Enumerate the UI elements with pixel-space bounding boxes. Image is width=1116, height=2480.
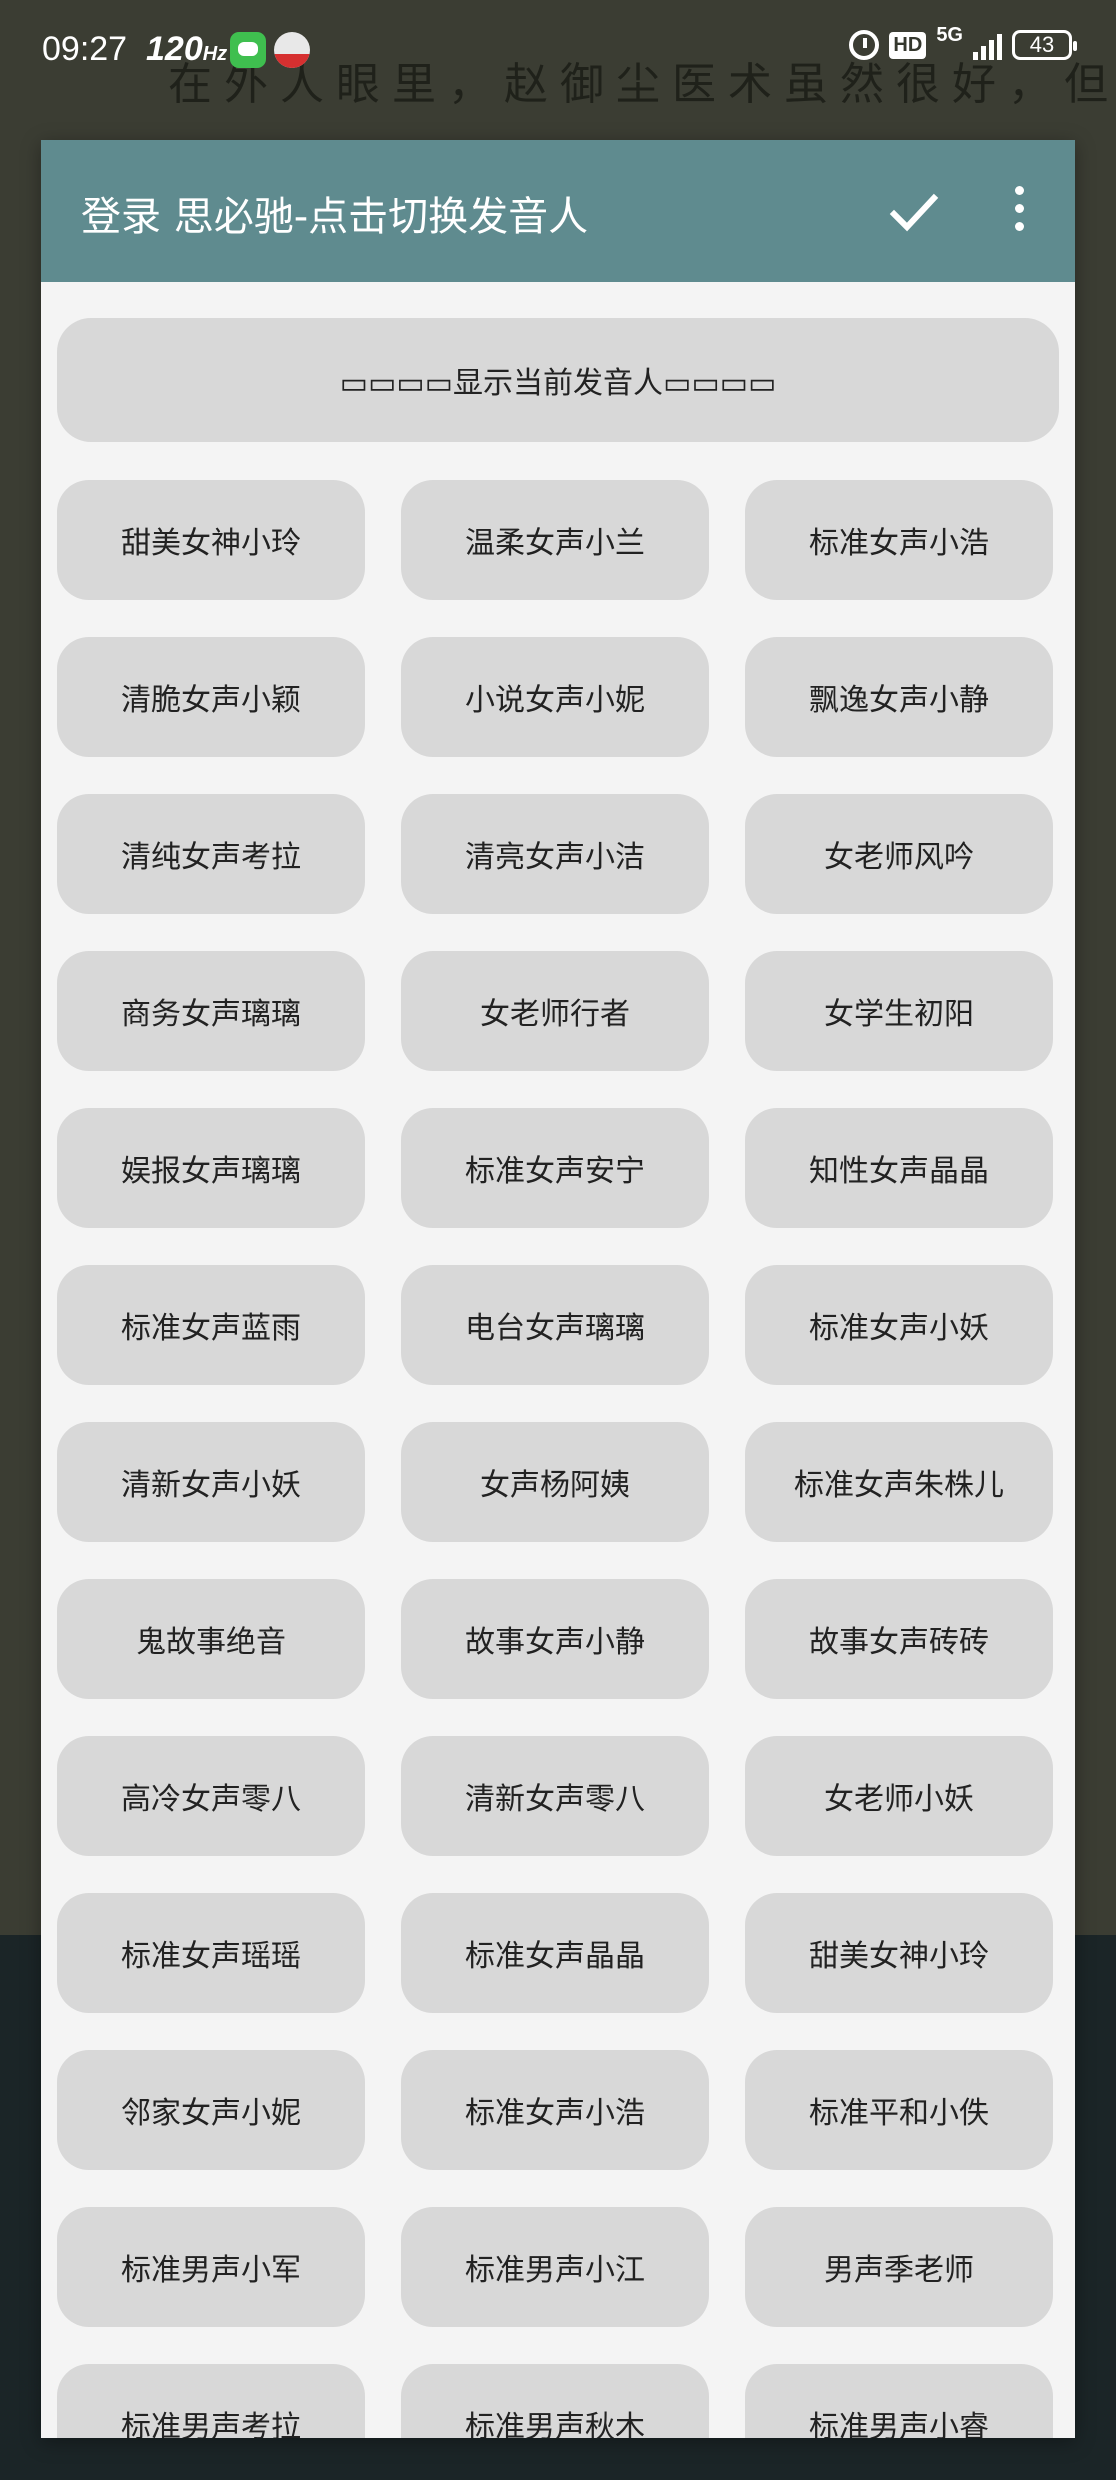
voice-picker-dialog: 登录 思必驰-点击切换发音人 ▭▭▭▭显示当前发音人▭▭▭▭ 甜美女神小玲 温柔女… <box>41 140 1075 2438</box>
voice-option-button[interactable]: 小说女声小妮 <box>401 637 709 757</box>
voice-option-button[interactable]: 清新女声小妖 <box>57 1422 365 1542</box>
screen: 在外人眼里，赵御尘医术虽然很好，但 09:27 120Hz HD 5G 43 登… <box>0 0 1116 2480</box>
current-voice-display[interactable]: ▭▭▭▭显示当前发音人▭▭▭▭ <box>57 318 1059 442</box>
voice-option-button[interactable]: 标准女声朱株儿 <box>745 1422 1053 1542</box>
voice-option-button[interactable]: 标准男声小睿 <box>745 2364 1053 2438</box>
voice-option-button[interactable]: 女声杨阿姨 <box>401 1422 709 1542</box>
voice-option-button[interactable]: 男声季老师 <box>745 2207 1053 2327</box>
dialog-toolbar: 登录 思必驰-点击切换发音人 <box>41 140 1075 282</box>
status-bar: 09:27 120Hz HD 5G 43 <box>0 0 1116 100</box>
voice-option-button[interactable]: 飘逸女声小静 <box>745 637 1053 757</box>
voice-option-button[interactable]: 邻家女声小妮 <box>57 2050 365 2170</box>
voice-option-button[interactable]: 故事女声小静 <box>401 1579 709 1699</box>
voice-option-button[interactable]: 标准平和小佚 <box>745 2050 1053 2170</box>
refresh-rate-indicator: 120Hz <box>146 30 227 69</box>
voice-option-button[interactable]: 电台女声璃璃 <box>401 1265 709 1385</box>
voice-option-button[interactable]: 鬼故事绝音 <box>57 1579 365 1699</box>
voice-option-button[interactable]: 清纯女声考拉 <box>57 794 365 914</box>
refresh-rate-unit: Hz <box>202 43 228 65</box>
voice-option-button[interactable]: 商务女声璃璃 <box>57 951 365 1071</box>
chat-app-icon <box>230 32 266 68</box>
voice-option-button[interactable]: 清亮女声小洁 <box>401 794 709 914</box>
alarm-icon <box>849 30 880 60</box>
voice-option-button[interactable]: 故事女声砖砖 <box>745 1579 1053 1699</box>
more-vert-icon[interactable] <box>1007 186 1031 236</box>
voice-button-grid: 甜美女神小玲 温柔女声小兰 标准女声小浩 清脆女声小颖 小说女声小妮 飘逸女声小静 清纯女声… <box>57 480 1059 2438</box>
voice-list-content[interactable]: ▭▭▭▭显示当前发音人▭▭▭▭ 甜美女神小玲 温柔女声小兰 标准女声小浩 清脆女声小颖… <box>41 282 1075 2438</box>
voice-option-button[interactable]: 清新女声零八 <box>401 1736 709 1856</box>
voice-option-button[interactable]: 标准男声小江 <box>401 2207 709 2327</box>
voice-option-button[interactable]: 娱报女声璃璃 <box>57 1108 365 1228</box>
status-time: 09:27 <box>42 30 128 68</box>
refresh-rate-value: 120 <box>146 30 203 68</box>
hd-icon: HD <box>889 31 927 59</box>
voice-option-button[interactable]: 标准男声小军 <box>57 2207 365 2327</box>
voice-option-button[interactable]: 知性女声晶晶 <box>745 1108 1053 1228</box>
voice-option-button[interactable]: 女学生初阳 <box>745 951 1053 1071</box>
voice-option-button[interactable]: 高冷女声零八 <box>57 1736 365 1856</box>
voice-option-button[interactable]: 标准女声瑶瑶 <box>57 1893 365 2013</box>
check-icon[interactable] <box>889 188 939 238</box>
voice-option-button[interactable]: 标准女声小浩 <box>745 480 1053 600</box>
voice-option-button[interactable]: 标准女声晶晶 <box>401 1893 709 2013</box>
voice-option-button[interactable]: 女老师行者 <box>401 951 709 1071</box>
voice-option-button[interactable]: 女老师风吟 <box>745 794 1053 914</box>
voice-option-button[interactable]: 温柔女声小兰 <box>401 480 709 600</box>
dialog-title[interactable]: 登录 思必驰-点击切换发音人 <box>81 184 588 242</box>
battery-icon: 43 <box>1012 30 1077 60</box>
news-app-icon <box>274 32 310 68</box>
voice-option-button[interactable]: 标准男声考拉 <box>57 2364 365 2438</box>
signal-strength-icon <box>973 30 1002 60</box>
voice-option-button[interactable]: 标准女声安宁 <box>401 1108 709 1228</box>
voice-option-button[interactable]: 甜美女神小玲 <box>745 1893 1053 2013</box>
voice-option-button[interactable]: 女老师小妖 <box>745 1736 1053 1856</box>
voice-option-button[interactable]: 标准女声小妖 <box>745 1265 1053 1385</box>
voice-option-button[interactable]: 标准女声蓝雨 <box>57 1265 365 1385</box>
voice-option-button[interactable]: 清脆女声小颖 <box>57 637 365 757</box>
status-indicators: HD 5G 43 <box>849 24 1077 60</box>
voice-option-button[interactable]: 标准男声秋木 <box>401 2364 709 2438</box>
voice-option-button[interactable]: 标准女声小浩 <box>401 2050 709 2170</box>
network-type-icon: 5G <box>936 23 963 46</box>
voice-option-button[interactable]: 甜美女神小玲 <box>57 480 365 600</box>
